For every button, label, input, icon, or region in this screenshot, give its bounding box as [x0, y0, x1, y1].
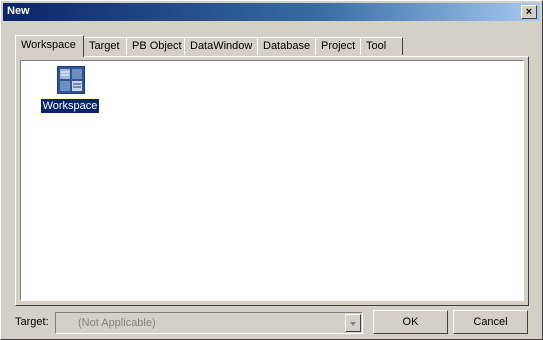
- item-list-view[interactable]: Workspace: [20, 60, 524, 301]
- tab-panel: Workspace: [15, 56, 529, 306]
- chevron-down-icon[interactable]: [345, 314, 361, 332]
- list-item[interactable]: Workspace: [40, 65, 101, 115]
- title-bar[interactable]: New ×: [3, 3, 540, 21]
- tab-project[interactable]: Project: [315, 37, 361, 55]
- tab-label: PB Object: [132, 40, 182, 52]
- tab-label: Project: [321, 40, 356, 52]
- new-dialog: New × Workspace Target PB Object DataWin…: [0, 0, 543, 340]
- workspace-icon: [56, 65, 86, 95]
- tab-label: Database: [263, 40, 311, 52]
- tab-datawindow[interactable]: DataWindow: [184, 37, 258, 55]
- target-combobox[interactable]: (Not Applicable): [55, 312, 363, 334]
- tab-label: Tool: [366, 40, 387, 52]
- tab-pb-object[interactable]: PB Object: [126, 37, 185, 55]
- tab-workspace[interactable]: Workspace: [15, 35, 84, 57]
- target-label: Target:: [15, 316, 49, 328]
- tab-label: DataWindow: [190, 40, 253, 52]
- close-button[interactable]: ×: [521, 5, 537, 19]
- tab-database[interactable]: Database: [257, 37, 316, 55]
- tab-label: Workspace: [21, 39, 76, 51]
- tab-target[interactable]: Target: [83, 37, 127, 55]
- close-icon: ×: [525, 6, 533, 18]
- item-label: Workspace: [40, 98, 100, 114]
- target-value: (Not Applicable): [78, 317, 156, 329]
- window-title: New: [7, 5, 30, 17]
- tab-label: Target: [89, 40, 120, 52]
- ok-button[interactable]: OK: [373, 310, 448, 334]
- cancel-button[interactable]: Cancel: [453, 310, 528, 334]
- tab-tool[interactable]: Tool: [360, 37, 403, 55]
